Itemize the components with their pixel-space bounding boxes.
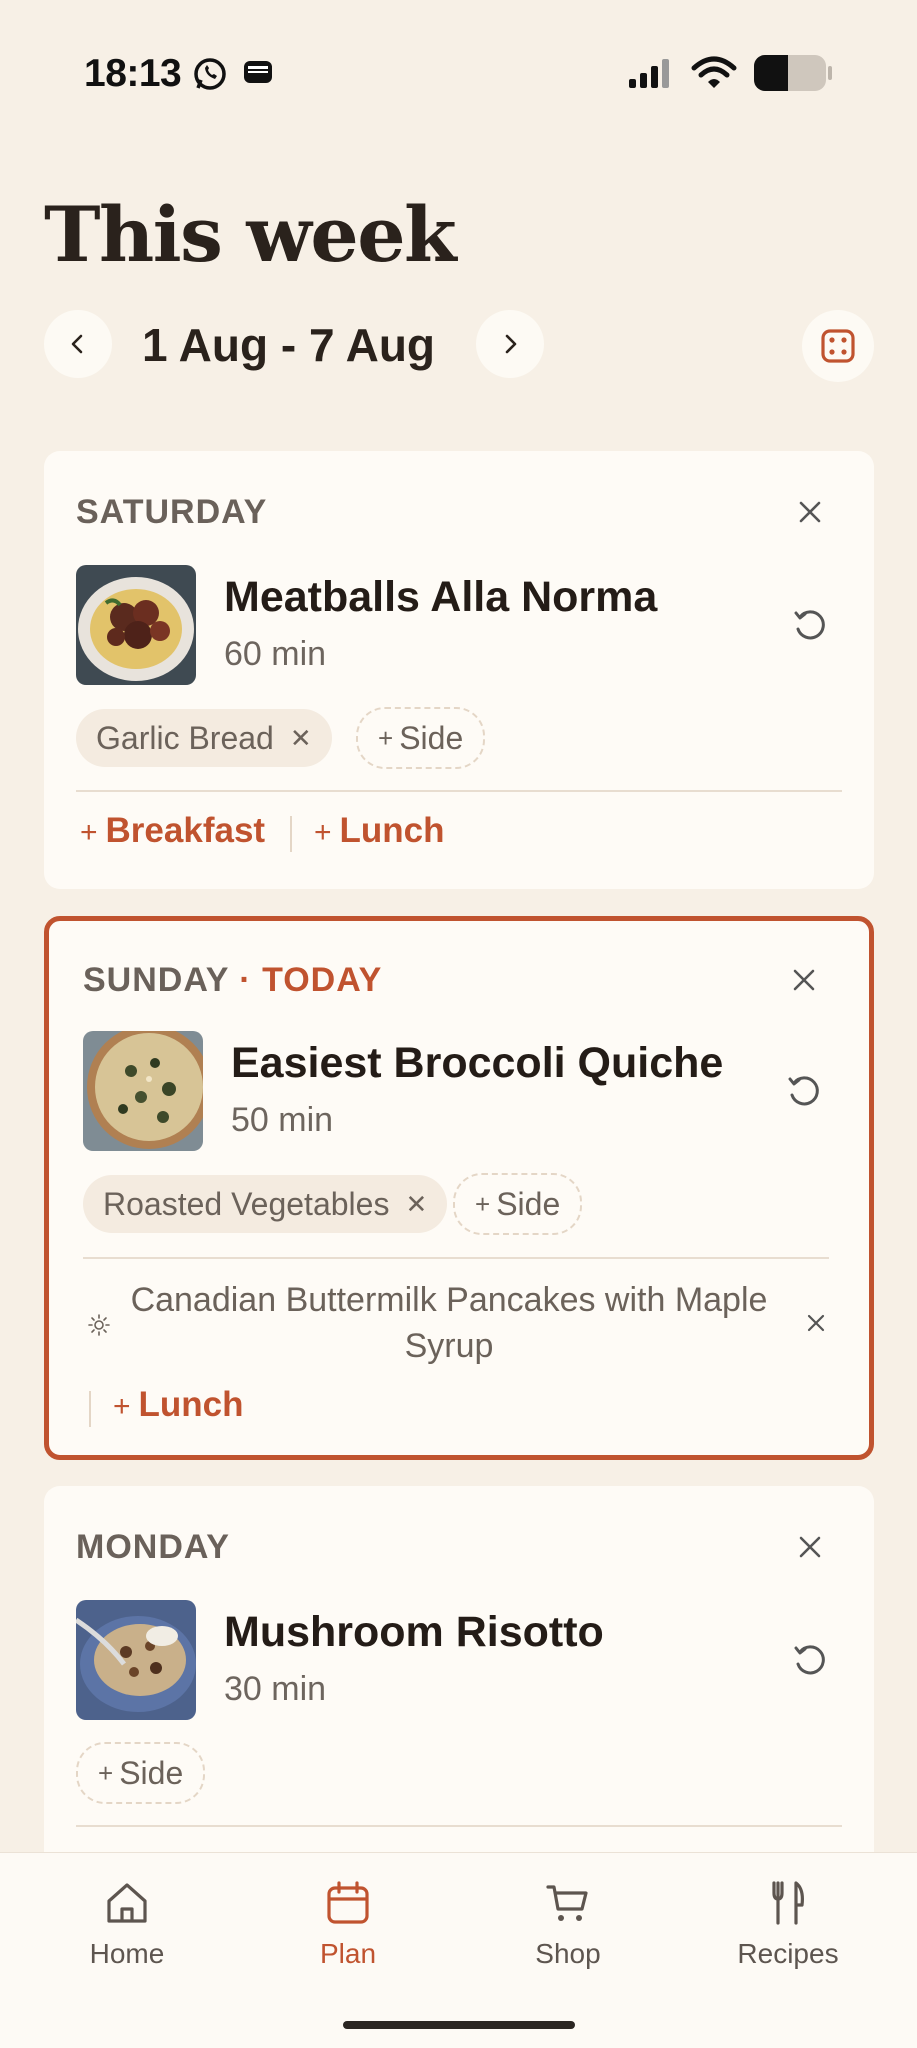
add-lunch-label: Lunch xyxy=(138,1385,244,1424)
side-chip[interactable]: Garlic Bread ✕ xyxy=(76,709,332,767)
add-side-label: Side xyxy=(399,719,464,756)
week-navigator: 1 Aug - 7 Aug xyxy=(44,310,874,382)
add-breakfast-label: Breakfast xyxy=(105,811,266,850)
page-title: This week xyxy=(44,190,457,279)
tab-shop[interactable]: Shop xyxy=(488,1879,648,1970)
side-label: Garlic Bread xyxy=(96,719,274,756)
recipe-thumbnail[interactable] xyxy=(76,565,196,685)
tab-plan[interactable]: Plan xyxy=(268,1879,428,1970)
remove-day-button[interactable] xyxy=(790,493,830,533)
day-card-sunday: SUNDAY · TODAY Easiest Broccoli Quiche 5… xyxy=(44,916,874,1460)
wallet-icon xyxy=(244,61,272,83)
add-side-label: Side xyxy=(496,1185,561,1222)
breakfast-recipe[interactable]: Canadian Buttermilk Pancakes with Maple … xyxy=(129,1277,769,1369)
add-lunch-label: Lunch xyxy=(339,811,445,850)
add-side-button[interactable]: + Side xyxy=(76,1742,206,1804)
divider xyxy=(83,1257,829,1259)
swap-recipe-icon[interactable] xyxy=(790,1640,830,1680)
risotto-image xyxy=(76,1600,196,1720)
close-icon xyxy=(807,1314,825,1332)
recipe-time: 60 min xyxy=(224,635,327,673)
chevron-left-icon xyxy=(71,334,83,354)
dice-icon xyxy=(821,329,855,363)
side-chip[interactable]: Roasted Vegetables ✕ xyxy=(83,1175,448,1233)
add-lunch-button[interactable]: + Lunch xyxy=(314,811,445,851)
dice-button[interactable] xyxy=(802,310,874,382)
divider xyxy=(76,790,842,792)
home-icon xyxy=(107,1883,147,1923)
separator xyxy=(290,816,292,852)
tab-home[interactable]: Home xyxy=(47,1879,207,1970)
separator xyxy=(89,1391,91,1427)
side-label: Roasted Vegetables xyxy=(103,1185,390,1222)
close-icon xyxy=(799,1536,821,1558)
recipe-thumbnail[interactable] xyxy=(83,1031,203,1151)
swap-recipe-icon[interactable] xyxy=(784,1071,824,1111)
tab-recipes[interactable]: Recipes xyxy=(708,1879,868,1970)
plus-icon: + xyxy=(475,1188,491,1219)
recipe-title[interactable]: Easiest Broccoli Quiche xyxy=(231,1039,723,1088)
sun-icon xyxy=(88,1314,110,1336)
signal-icon xyxy=(629,59,669,88)
close-icon xyxy=(793,969,815,991)
add-side-button[interactable]: + Side xyxy=(453,1173,583,1235)
meatballs-image xyxy=(76,565,196,685)
remove-side-icon[interactable]: ✕ xyxy=(405,1189,427,1220)
calendar-icon xyxy=(327,1881,369,1924)
recipe-time: 50 min xyxy=(231,1101,334,1139)
today-badge: · TODAY xyxy=(239,961,383,999)
status-time: 18:13 xyxy=(84,52,182,95)
remove-side-icon[interactable]: ✕ xyxy=(290,723,312,754)
recipe-title[interactable]: Meatballs Alla Norma xyxy=(224,573,657,622)
quiche-image xyxy=(83,1031,203,1151)
day-label: SUNDAY · TODAY xyxy=(83,961,383,999)
battery-icon xyxy=(754,55,832,91)
tab-label: Shop xyxy=(535,1938,601,1969)
wifi-icon xyxy=(691,56,737,88)
recipe-time: 30 min xyxy=(224,1670,327,1708)
day-card-monday: MONDAY Mushroom Risotto 30 min + Side xyxy=(44,1486,874,1906)
chevron-right-icon xyxy=(505,334,517,354)
divider xyxy=(76,1825,842,1827)
remove-day-button[interactable] xyxy=(784,961,824,1001)
next-week-button[interactable] xyxy=(476,310,544,378)
tab-label: Recipes xyxy=(737,1938,839,1969)
remove-day-button[interactable] xyxy=(790,1528,830,1568)
recipe-thumbnail[interactable] xyxy=(76,1600,196,1720)
day-card-saturday: SATURDAY Meatballs Alla Norma 60 min Gar… xyxy=(44,451,874,889)
plus-icon: + xyxy=(378,722,394,753)
close-icon xyxy=(799,501,821,523)
day-label: MONDAY xyxy=(76,1528,230,1566)
recipe-title[interactable]: Mushroom Risotto xyxy=(224,1608,604,1657)
remove-breakfast-button[interactable] xyxy=(805,1309,827,1341)
week-range: 1 Aug - 7 Aug xyxy=(142,319,436,371)
tab-label: Plan xyxy=(319,1938,377,1969)
add-lunch-button[interactable]: + Lunch xyxy=(113,1385,244,1425)
status-bar: 18:13 xyxy=(0,48,917,98)
whatsapp-icon xyxy=(194,58,226,90)
plus-icon: + xyxy=(98,1757,114,1788)
swap-recipe-icon[interactable] xyxy=(790,605,830,645)
add-side-button[interactable]: + Side xyxy=(356,707,486,769)
tab-label: Home xyxy=(89,1938,165,1969)
fork-knife-icon xyxy=(772,1881,804,1925)
add-breakfast-button[interactable]: + Breakfast xyxy=(80,811,265,851)
home-indicator[interactable] xyxy=(343,2021,575,2029)
add-side-label: Side xyxy=(119,1754,184,1791)
cart-icon xyxy=(546,1885,588,1921)
previous-week-button[interactable] xyxy=(44,310,112,378)
day-label: SATURDAY xyxy=(76,493,268,531)
tab-bar: Home Plan Shop Recipes xyxy=(0,1852,917,2048)
